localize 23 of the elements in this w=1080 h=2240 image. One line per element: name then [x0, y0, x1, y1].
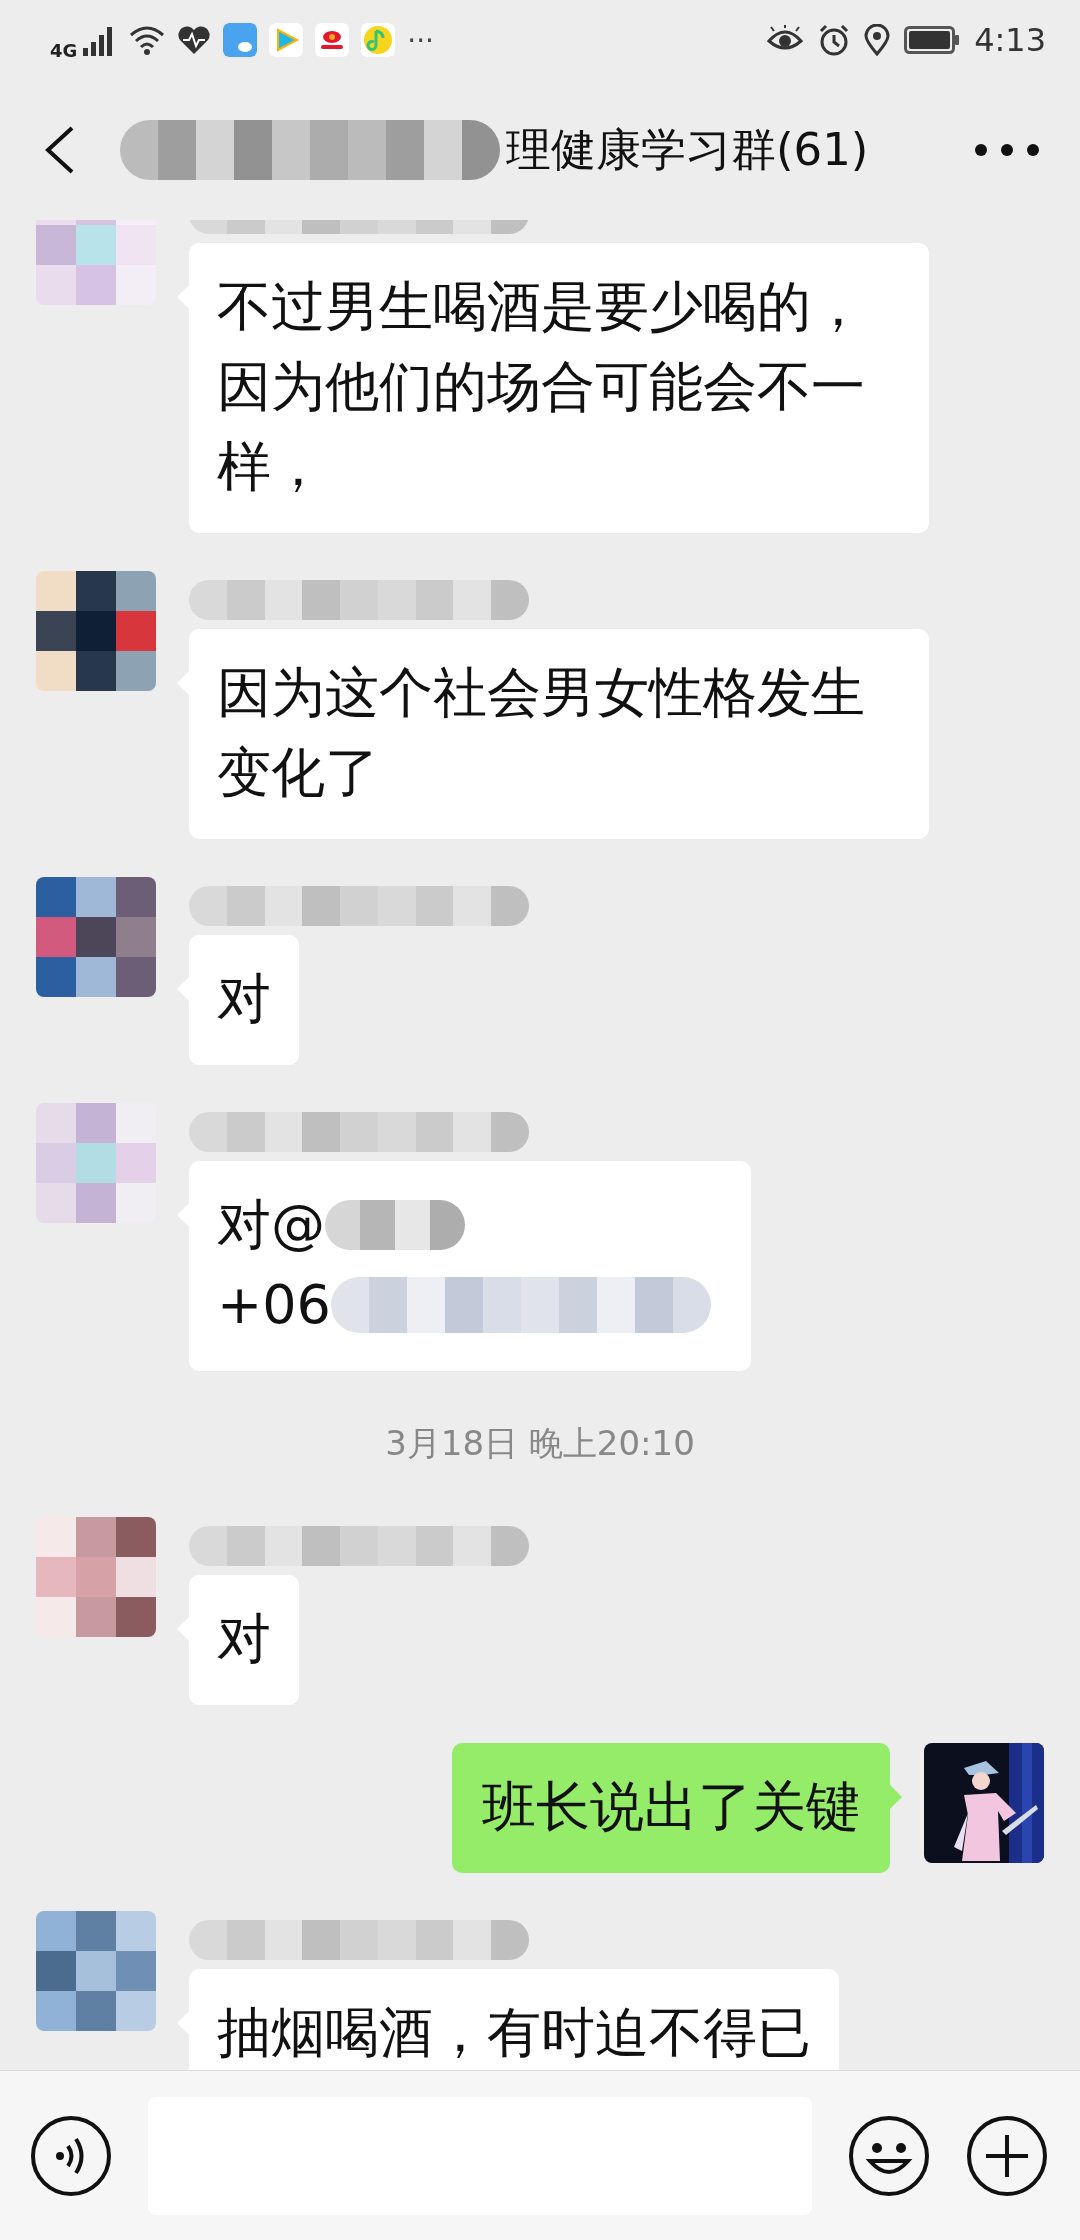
music-app-icon	[361, 23, 396, 57]
location-icon	[864, 24, 891, 56]
play-app-icon	[269, 23, 304, 57]
emoji-button[interactable]	[848, 2114, 930, 2197]
voice-icon	[30, 2114, 112, 2197]
emoji-icon	[848, 2114, 930, 2197]
chat-title: 理健康学习群(61)	[506, 122, 869, 178]
battery-icon	[904, 26, 961, 54]
bubble-tail	[890, 1785, 902, 1809]
message-text: +06	[217, 1272, 331, 1338]
add-icon	[966, 2114, 1048, 2197]
voice-button[interactable]	[30, 2114, 112, 2197]
heart-icon	[177, 25, 212, 55]
alarm-icon	[818, 24, 851, 56]
timestamp: 3月18日 晚上20:10	[385, 1423, 695, 1463]
network-type: 4G	[50, 39, 78, 61]
more-notifications: ···	[407, 23, 434, 57]
wifi-icon	[129, 25, 166, 55]
more-icon	[974, 143, 1040, 157]
message-text: 对@	[217, 1192, 325, 1258]
chat-app-icon	[223, 23, 258, 57]
add-button[interactable]	[966, 2114, 1048, 2197]
clock-time: 4:13	[974, 21, 1046, 59]
